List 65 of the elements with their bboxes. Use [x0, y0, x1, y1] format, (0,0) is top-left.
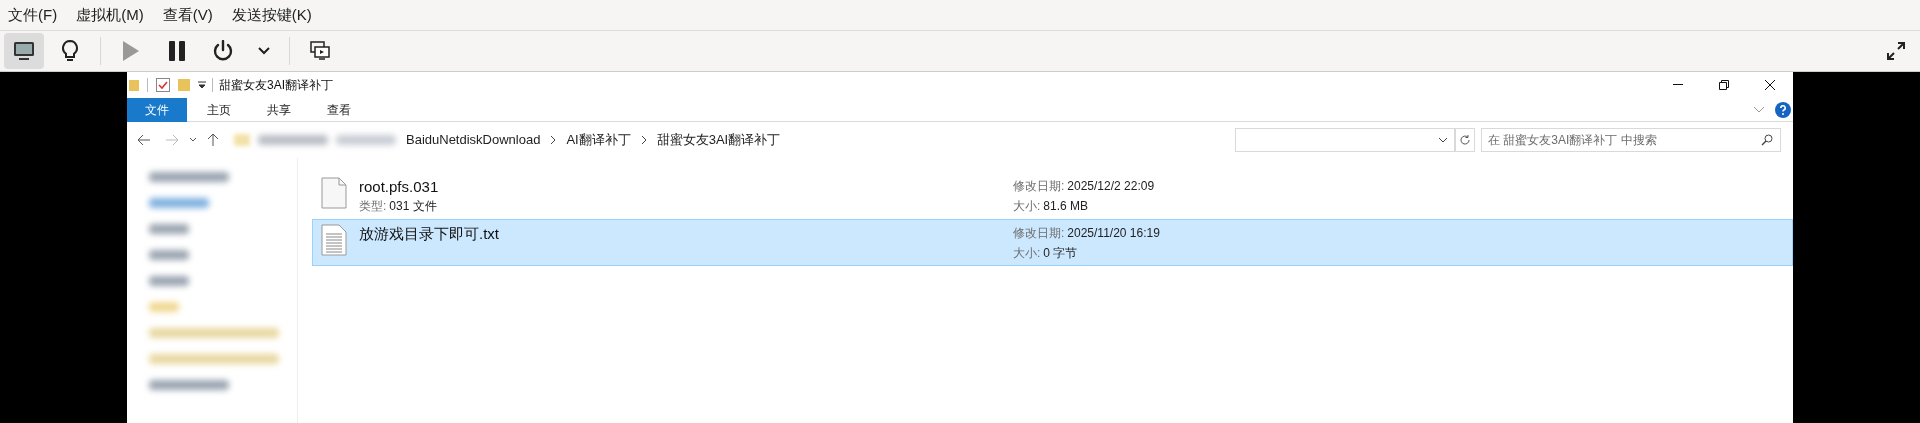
- address-bar[interactable]: BaiduNetdiskDownload AI翻译补丁 甜蜜女友3AI翻译补丁: [229, 128, 1229, 152]
- lightbulb-icon: [61, 39, 79, 63]
- size-label: 大小:: [1013, 244, 1041, 262]
- chevron-icon: [1753, 105, 1765, 114]
- date-label: 修改日期:: [1013, 224, 1065, 242]
- menu-item[interactable]: 查看(V): [162, 3, 213, 27]
- dropdown-icon: [198, 81, 206, 89]
- screens-icon: [310, 41, 330, 61]
- breadcrumb-item[interactable]: 甜蜜女友3AI翻译补丁: [654, 130, 783, 150]
- folder-icon: [178, 78, 190, 92]
- file-name: 放游戏目录下即可.txt: [359, 224, 499, 244]
- chevron-icon[interactable]: [189, 137, 197, 143]
- search-icon: [1761, 134, 1773, 146]
- expand-icon: [1886, 41, 1906, 61]
- blurred-text: [149, 302, 179, 312]
- file-size: 0 字节: [1043, 244, 1078, 262]
- blurred-text: [149, 198, 209, 208]
- power-icon: [212, 40, 234, 62]
- help-icon[interactable]: [1775, 101, 1791, 118]
- menu-item[interactable]: 发送按键(K): [231, 3, 312, 27]
- breadcrumb-item[interactable]: BaiduNetdiskDownload: [404, 130, 543, 150]
- monitor-icon: [13, 41, 35, 61]
- date-label: 修改日期:: [1013, 177, 1065, 195]
- file-name: root.pfs.031: [359, 177, 439, 197]
- caret-icon: [258, 47, 270, 55]
- file-row[interactable]: root.pfs.031 类型: 031 文件 修改日期: 2025/12/2 22:09 大小: 81.6 MB: [312, 172, 1793, 219]
- chevron-right-icon: [550, 135, 557, 145]
- close-icon: [1764, 79, 1776, 91]
- search-field[interactable]: 在 甜蜜女友3AI翻译补丁 中搜索: [1481, 128, 1781, 152]
- refresh-button[interactable]: [1455, 128, 1475, 152]
- blurred-text: [149, 250, 189, 260]
- toolbar-button[interactable]: [4, 33, 44, 69]
- ribbon-tab[interactable]: 共享: [253, 97, 305, 122]
- blurred-text: [149, 224, 189, 234]
- window-title: 甜蜜女友3AI翻译补丁: [219, 77, 333, 94]
- breadcrumb-item[interactable]: AI翻译补丁: [564, 130, 633, 150]
- type-label: 类型:: [359, 198, 387, 215]
- modified-date: 2025/11/20 16:19: [1067, 224, 1160, 242]
- file-row[interactable]: 放游戏目录下即可.txt 修改日期: 2025/11/20 16:19 大小: 0 字节: [312, 219, 1793, 266]
- play-icon: [122, 40, 140, 62]
- blurred-text: [336, 135, 396, 145]
- checklist-icon: [156, 78, 170, 92]
- text-file-icon: [321, 224, 347, 256]
- blurred-text: [149, 276, 189, 286]
- ribbon-tab[interactable]: 查看: [313, 97, 365, 122]
- file-menu-button[interactable]: 文件: [127, 97, 187, 122]
- modified-date: 2025/12/2 22:09: [1067, 177, 1155, 195]
- folder-icon: [129, 79, 139, 91]
- blurred-folder-icon: [234, 134, 250, 146]
- chevron-right-icon: [640, 135, 647, 145]
- file-size: 81.6 MB: [1043, 197, 1089, 215]
- refresh-icon: [1459, 134, 1471, 146]
- size-label: 大小:: [1013, 197, 1041, 215]
- back-arrow-icon[interactable]: [137, 134, 151, 146]
- ribbon-tab[interactable]: 主页: [193, 97, 245, 122]
- blurred-text: [258, 135, 328, 145]
- menu-item[interactable]: 文件(F): [8, 3, 58, 27]
- minimize-icon: [1673, 84, 1683, 86]
- file-icon: [321, 177, 347, 209]
- dropdown-icon[interactable]: [1438, 137, 1448, 143]
- pause-icon: [168, 40, 186, 62]
- file-type: 031 文件: [389, 198, 437, 215]
- restore-icon: [1719, 80, 1729, 90]
- menu-item[interactable]: 虚拟机(M): [76, 3, 144, 27]
- up-arrow-icon[interactable]: [207, 133, 219, 147]
